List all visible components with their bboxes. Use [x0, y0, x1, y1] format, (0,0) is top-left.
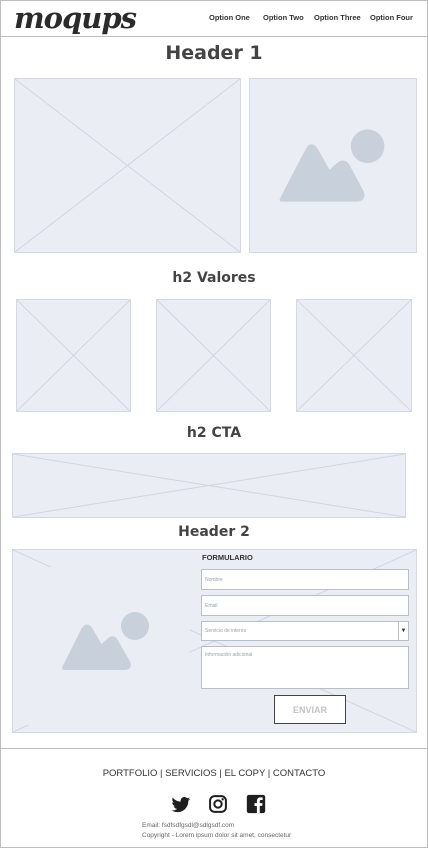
footer-copyright: Copyright - Lorem ipsum dolor sit amet, …	[142, 832, 292, 839]
footer-links[interactable]: PORTFOLIO | SERVICIOS | EL COPY | CONTAC…	[0, 768, 428, 779]
nav-option-three[interactable]: Option Three	[314, 13, 361, 22]
footer-email[interactable]: Email: fsdfsdfgsdl@sdlgsdf.com	[142, 822, 234, 829]
dropdown-arrow-icon[interactable]: ▼	[398, 622, 408, 640]
image-icon	[279, 129, 385, 202]
valor-placeholder-1	[16, 299, 131, 412]
contact-heading: Header 2	[178, 524, 250, 540]
hero-image-placeholder	[14, 78, 241, 253]
top-navigation: moqups Option One Option Two Option Thre…	[0, 0, 428, 37]
contact-picture-placeholder	[20, 567, 190, 725]
cta-banner-placeholder[interactable]	[12, 453, 406, 518]
email-field[interactable]: Email	[201, 595, 409, 616]
form-title: FORMULARIO	[202, 553, 253, 562]
submit-button[interactable]: ENVIAR	[274, 695, 346, 724]
valor-placeholder-3	[296, 299, 412, 412]
page-title: Header 1	[165, 42, 263, 64]
info-textarea[interactable]: Información adicional	[201, 646, 409, 689]
facebook-icon[interactable]	[246, 794, 266, 814]
nav-option-four[interactable]: Option Four	[370, 13, 413, 22]
twitter-icon[interactable]	[171, 795, 191, 815]
cta-heading: h2 CTA	[186, 425, 242, 441]
name-field[interactable]: Nombre	[201, 569, 409, 590]
service-placeholder: Servicio de interés	[205, 628, 247, 634]
nav-option-one[interactable]: Option One	[209, 13, 250, 22]
email-placeholder: Email	[205, 602, 218, 609]
service-select[interactable]: Servicio de interés ▼	[201, 621, 409, 641]
name-placeholder: Nombre	[205, 576, 223, 583]
valores-heading: h2 Valores	[172, 270, 256, 286]
hero-picture-placeholder	[249, 78, 417, 253]
logo[interactable]: moqups	[14, 2, 137, 34]
instagram-icon[interactable]	[208, 794, 228, 814]
image-icon	[62, 612, 149, 670]
nav-option-two[interactable]: Option Two	[263, 13, 304, 22]
info-placeholder: Información adicional	[205, 652, 253, 658]
valor-placeholder-2	[156, 299, 271, 412]
